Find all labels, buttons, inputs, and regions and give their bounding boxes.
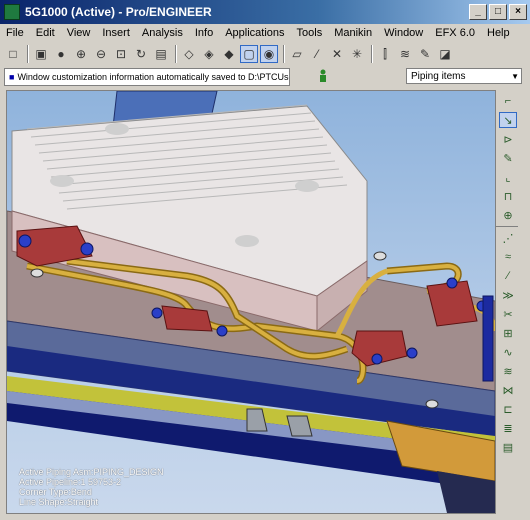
segment-icon[interactable]: ∕ xyxy=(499,268,517,284)
menu-manikin[interactable]: Manikin xyxy=(328,27,378,39)
toolbar-separator xyxy=(27,45,29,63)
no-hidden-icon[interactable]: ◆ xyxy=(220,45,238,63)
hidden-line-icon[interactable]: ◈ xyxy=(200,45,218,63)
corner-type-label: Corner Type:Bend xyxy=(19,487,92,497)
menu-analysis[interactable]: Analysis xyxy=(136,27,189,39)
right-toolbar: ⌐ ↘ ⊳ ✎ ⌞ ⊓ ⊕ ⋰ ≈ ∕ ≫ ✂ ⊞ ∿ ≋ ⋈ ⊏ ≣ ▤ xyxy=(496,90,530,520)
report-icon[interactable]: ≣ xyxy=(499,420,517,436)
toolbar-separator xyxy=(371,45,373,63)
title-bar: 5G1000 (Active) - Pro/ENGINEER _ □ × xyxy=(0,0,530,24)
minimize-button[interactable]: _ xyxy=(469,4,487,20)
orient-icon[interactable]: ◉ xyxy=(260,45,278,63)
maximize-button[interactable]: □ xyxy=(489,4,507,20)
zoom-out-icon[interactable]: ⊖ xyxy=(92,45,110,63)
spring-icon[interactable]: ≋ xyxy=(499,363,517,379)
menu-bar: File Edit View Insert Analysis Info Appl… xyxy=(0,24,530,42)
group-icon[interactable]: ⊞ xyxy=(499,325,517,341)
datum-csys-icon[interactable]: ✳ xyxy=(348,45,366,63)
datum-point-icon[interactable]: ✕ xyxy=(328,45,346,63)
views-icon[interactable]: ▤ xyxy=(152,45,170,63)
sphere-icon[interactable]: ● xyxy=(52,45,70,63)
chevron-down-icon: ▼ xyxy=(511,72,519,81)
clamp-icon[interactable]: ⋈ xyxy=(499,382,517,398)
extend-icon[interactable]: ↘ xyxy=(499,112,517,128)
new-icon[interactable]: □ xyxy=(4,45,22,63)
menu-help[interactable]: Help xyxy=(481,27,516,39)
flange-icon[interactable]: ◪ xyxy=(436,45,454,63)
shading-icon[interactable]: ▢ xyxy=(240,45,258,63)
wireframe-icon[interactable]: ◇ xyxy=(180,45,198,63)
jog-icon[interactable]: ⌞ xyxy=(499,169,517,185)
datum-axis-icon[interactable]: ⁄ xyxy=(308,45,326,63)
open-icon[interactable]: ▣ xyxy=(32,45,50,63)
spin-icon[interactable]: ↻ xyxy=(132,45,150,63)
menu-info[interactable]: Info xyxy=(189,27,219,39)
insert-fitting-icon[interactable]: ⊕ xyxy=(499,207,517,223)
fitting-icon[interactable]: ✎ xyxy=(416,45,434,63)
toolbar-separator xyxy=(496,226,518,227)
cut-icon[interactable]: ✂ xyxy=(499,306,517,322)
menu-edit[interactable]: Edit xyxy=(30,27,61,39)
message-area: ■ Window customization information automa… xyxy=(4,68,290,86)
main-toolbar: □ ▣ ● ⊕ ⊖ ⊡ ↻ ▤ ◇ ◈ ◆ ▢ ◉ ▱ ⁄ ✕ ✳ ⫿ ≋ ✎ … xyxy=(0,42,530,66)
graphics-viewport[interactable]: Active Piping Asm:PIPING_DESIGN Active P… xyxy=(6,90,496,514)
piping-info-overlay: Active Piping Asm:PIPING_DESIGN Active P… xyxy=(19,467,164,507)
message-bar: ■ Window customization information automa… xyxy=(0,66,530,88)
selection-filter-value: Piping items xyxy=(411,71,466,82)
route-pipe-icon[interactable]: ⌐ xyxy=(499,93,517,109)
window-title: 5G1000 (Active) - Pro/ENGINEER xyxy=(25,5,212,19)
close-button[interactable]: × xyxy=(509,4,527,20)
follow-icon[interactable]: ⊳ xyxy=(499,131,517,147)
wave-icon[interactable]: ∿ xyxy=(499,344,517,360)
message-bullet-icon: ■ xyxy=(9,72,15,82)
manifold-icon[interactable]: ⊏ xyxy=(499,401,517,417)
toolbar-separator xyxy=(175,45,177,63)
menu-efx[interactable]: EFX 6.0 xyxy=(429,27,481,39)
menu-tools[interactable]: Tools xyxy=(291,27,329,39)
flow-icon[interactable]: ≫ xyxy=(499,287,517,303)
menu-view[interactable]: View xyxy=(61,27,97,39)
menu-insert[interactable]: Insert xyxy=(96,27,136,39)
active-piping-asm-label: Active Piping Asm:PIPING_DESIGN xyxy=(19,467,164,477)
message-text: Window customization information automat… xyxy=(17,72,289,82)
corner-icon[interactable]: ⊓ xyxy=(499,188,517,204)
menu-window[interactable]: Window xyxy=(378,27,429,39)
menu-file[interactable]: File xyxy=(0,27,30,39)
menu-applications[interactable]: Applications xyxy=(219,27,290,39)
pipe-route-icon[interactable]: ⫿ xyxy=(376,45,394,63)
bend-icon[interactable]: ≈ xyxy=(499,249,517,265)
toolbar-separator xyxy=(283,45,285,63)
traffic-light-icon[interactable] xyxy=(318,69,328,83)
line-shape-label: Line Shape:Straight xyxy=(19,497,99,507)
pencil-icon[interactable]: ✎ xyxy=(499,150,517,166)
zoom-fit-icon[interactable]: ⊡ xyxy=(112,45,130,63)
piping-model xyxy=(7,91,495,513)
zoom-in-icon[interactable]: ⊕ xyxy=(72,45,90,63)
active-pipeline-label: Active Pipeline:1 59753-2 xyxy=(19,477,122,487)
app-icon xyxy=(4,4,20,20)
doc-icon[interactable]: ▤ xyxy=(499,439,517,455)
selection-filter-dropdown[interactable]: Piping items ▼ xyxy=(406,68,522,84)
route-edit-icon[interactable]: ≋ xyxy=(396,45,414,63)
set-route-icon[interactable]: ⋰ xyxy=(499,230,517,246)
datum-plane-icon[interactable]: ▱ xyxy=(288,45,306,63)
